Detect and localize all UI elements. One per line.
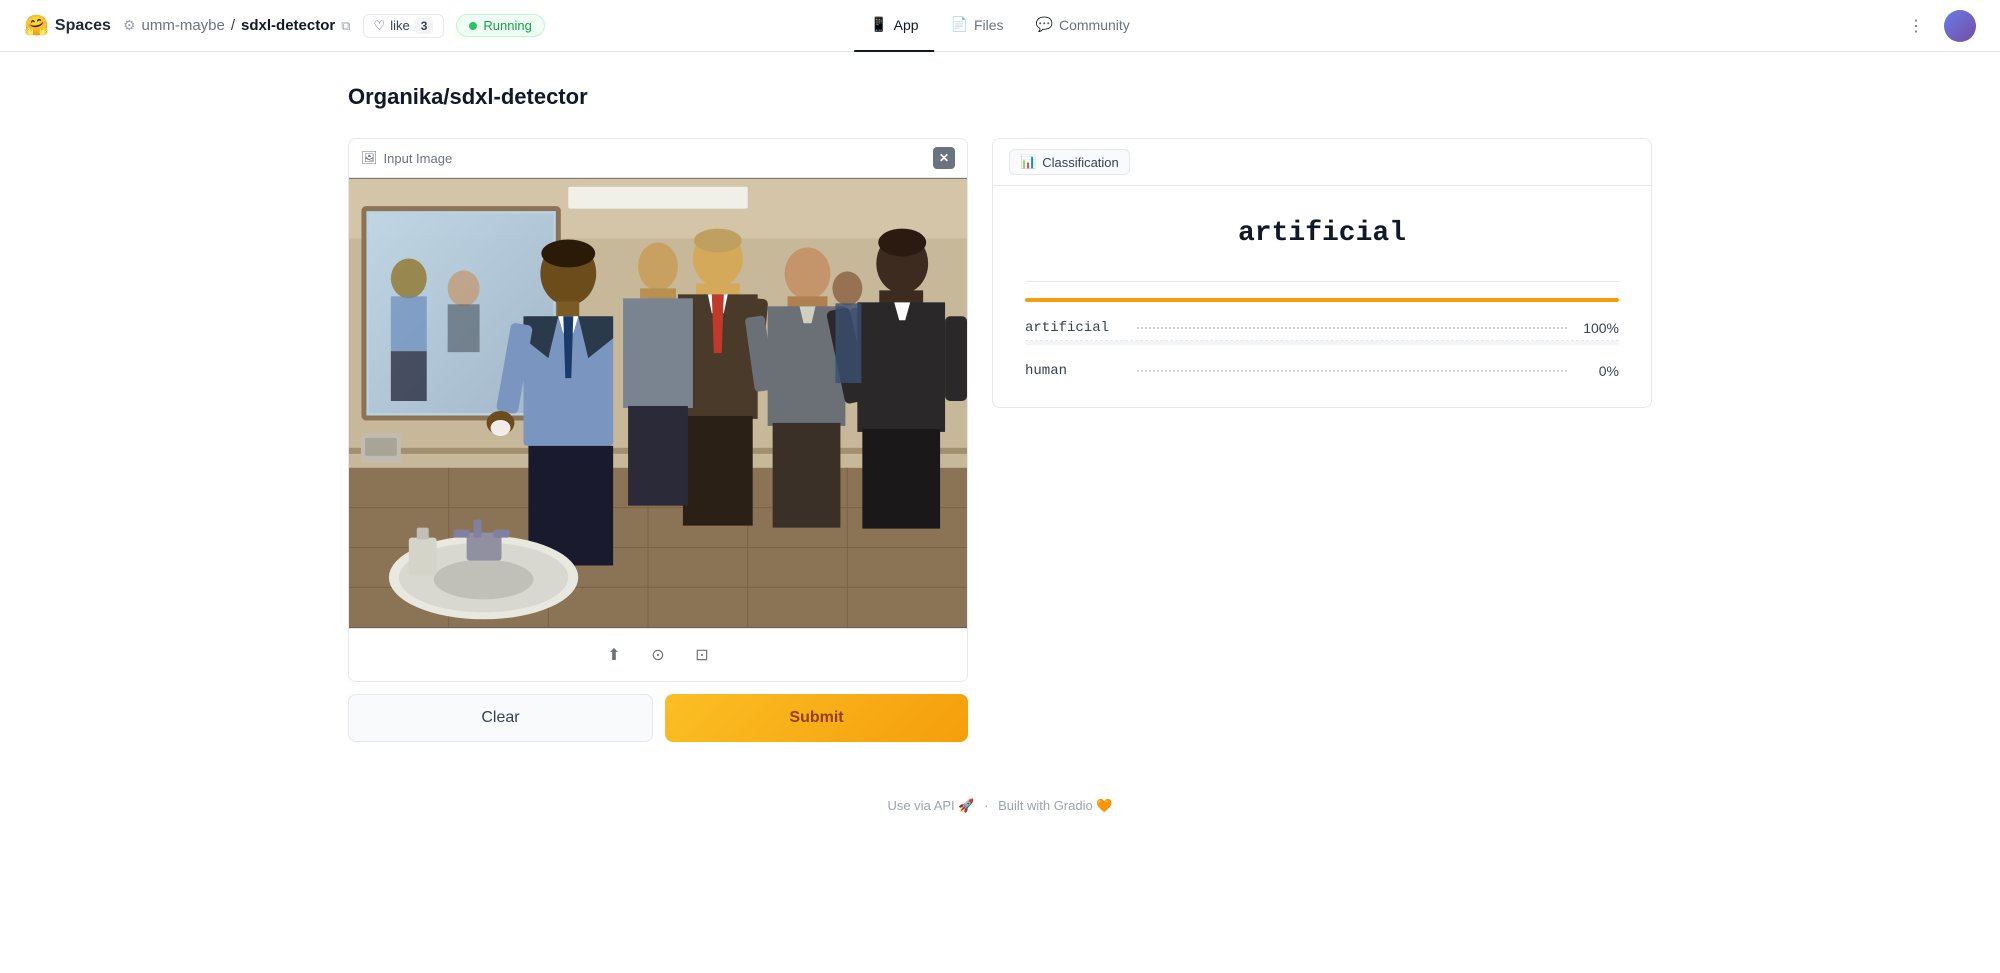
spaces-emoji-icon: 🤗 xyxy=(24,13,49,38)
running-label: Running xyxy=(483,18,531,33)
nav-community-label: Community xyxy=(1059,17,1130,33)
artificial-pct: 100% xyxy=(1579,320,1619,336)
nav-community[interactable]: 💬 Community xyxy=(1020,0,1146,52)
progress-bar-artificial xyxy=(1025,298,1619,302)
image-display xyxy=(349,178,967,628)
spaces-label: Spaces xyxy=(55,17,111,35)
classification-tab[interactable]: 📊 Classification xyxy=(1009,149,1130,175)
heart-icon: ♡ xyxy=(374,18,386,34)
avatar[interactable] xyxy=(1944,10,1976,42)
webcam-button[interactable]: ⊙ xyxy=(644,641,672,669)
input-image-container: 🖼 Input Image ✕ xyxy=(348,138,968,682)
progress-bar-bg xyxy=(1025,298,1619,302)
spaces-logo[interactable]: 🤗 Spaces xyxy=(24,13,111,38)
upload-icon: ⬆ xyxy=(607,645,620,665)
api-label: Use via API xyxy=(887,798,954,813)
clipboard-icon: ⊡ xyxy=(695,645,708,665)
progress-row-human: human 0% xyxy=(1025,349,1619,383)
settings-icon: ⚙ xyxy=(123,17,136,34)
classification-tab-label: Classification xyxy=(1042,155,1119,170)
footer: Use via API 🚀 · Built with Gradio 🧡 xyxy=(0,774,2000,838)
header: 🤗 Spaces ⚙ umm-maybe / sdxl-detector ⧉ ♡… xyxy=(0,0,2000,52)
gradio-label: Built with Gradio xyxy=(998,798,1093,813)
chart-icon: 📊 xyxy=(1020,154,1036,170)
progress-bar-human xyxy=(1025,341,1619,345)
api-icon: 🚀 xyxy=(958,798,974,813)
nav-app-label: App xyxy=(894,17,919,33)
nav-files[interactable]: 📄 Files xyxy=(935,0,1020,52)
page-title: Organika/sdxl-detector xyxy=(348,84,1652,110)
progress-dots-2 xyxy=(1137,370,1567,372)
image-scene xyxy=(349,178,967,628)
header-nav: 📱 App 📄 Files 💬 Community xyxy=(854,0,1146,52)
webcam-icon: ⊙ xyxy=(651,645,664,665)
artificial-label: artificial xyxy=(1025,320,1125,336)
left-panel: 🖼 Input Image ✕ xyxy=(348,138,968,742)
progress-bar-fill-artificial xyxy=(1025,298,1619,302)
input-image-header: 🖼 Input Image ✕ xyxy=(349,139,967,178)
copy-icon[interactable]: ⧉ xyxy=(341,18,350,34)
main-content: Organika/sdxl-detector 🖼 Input Image ✕ xyxy=(300,52,1700,774)
running-badge: Running xyxy=(456,14,544,37)
progress-dots xyxy=(1137,327,1567,329)
like-label: like xyxy=(390,18,410,33)
repo-separator: / xyxy=(231,17,235,34)
right-panel: 📊 Classification artificial xyxy=(992,138,1652,408)
header-left: 🤗 Spaces ⚙ umm-maybe / sdxl-detector ⧉ ♡… xyxy=(24,13,545,38)
repo-name[interactable]: sdxl-detector xyxy=(241,17,335,34)
classification-container: 📊 Classification artificial xyxy=(992,138,1652,408)
files-icon: 📄 xyxy=(951,16,968,33)
repo-path: ⚙ umm-maybe / sdxl-detector ⧉ xyxy=(123,17,351,34)
like-button[interactable]: ♡ like 3 xyxy=(363,14,445,38)
repo-owner[interactable]: umm-maybe xyxy=(142,17,225,34)
progress-bar-bg-2 xyxy=(1025,341,1619,345)
nav-files-label: Files xyxy=(974,17,1004,33)
running-dot-icon xyxy=(469,22,477,30)
submit-button[interactable]: Submit xyxy=(665,694,968,742)
classification-body: artificial artificial 100% xyxy=(993,186,1651,407)
app-icon: 📱 xyxy=(870,16,887,33)
upload-button[interactable]: ⬆ xyxy=(600,641,628,669)
action-buttons: Clear Submit xyxy=(348,694,968,742)
clear-button[interactable]: Clear xyxy=(348,694,653,742)
app-layout: 🖼 Input Image ✕ xyxy=(348,138,1652,742)
gradio-icon: 🧡 xyxy=(1096,798,1112,813)
more-options-button[interactable]: ⋮ xyxy=(1900,10,1932,42)
nav-app[interactable]: 📱 App xyxy=(854,0,934,52)
human-pct: 0% xyxy=(1579,363,1619,379)
clipboard-button[interactable]: ⊡ xyxy=(688,641,716,669)
community-icon: 💬 xyxy=(1036,16,1053,33)
close-button[interactable]: ✕ xyxy=(933,147,955,169)
progress-section: artificial 100% human xyxy=(1025,281,1619,383)
image-toolbar: ⬆ ⊙ ⊡ xyxy=(349,628,967,681)
image-icon: 🖼 xyxy=(361,150,378,166)
human-label: human xyxy=(1025,363,1125,379)
input-image-label: 🖼 Input Image xyxy=(361,150,452,166)
classification-header: 📊 Classification xyxy=(993,139,1651,186)
progress-row-artificial: artificial 100% xyxy=(1025,306,1619,341)
input-image-text: Input Image xyxy=(384,151,453,166)
like-count: 3 xyxy=(415,18,434,34)
result-label: artificial xyxy=(1025,218,1619,249)
footer-separator: · xyxy=(984,798,988,813)
header-right: ⋮ xyxy=(1900,10,1976,42)
